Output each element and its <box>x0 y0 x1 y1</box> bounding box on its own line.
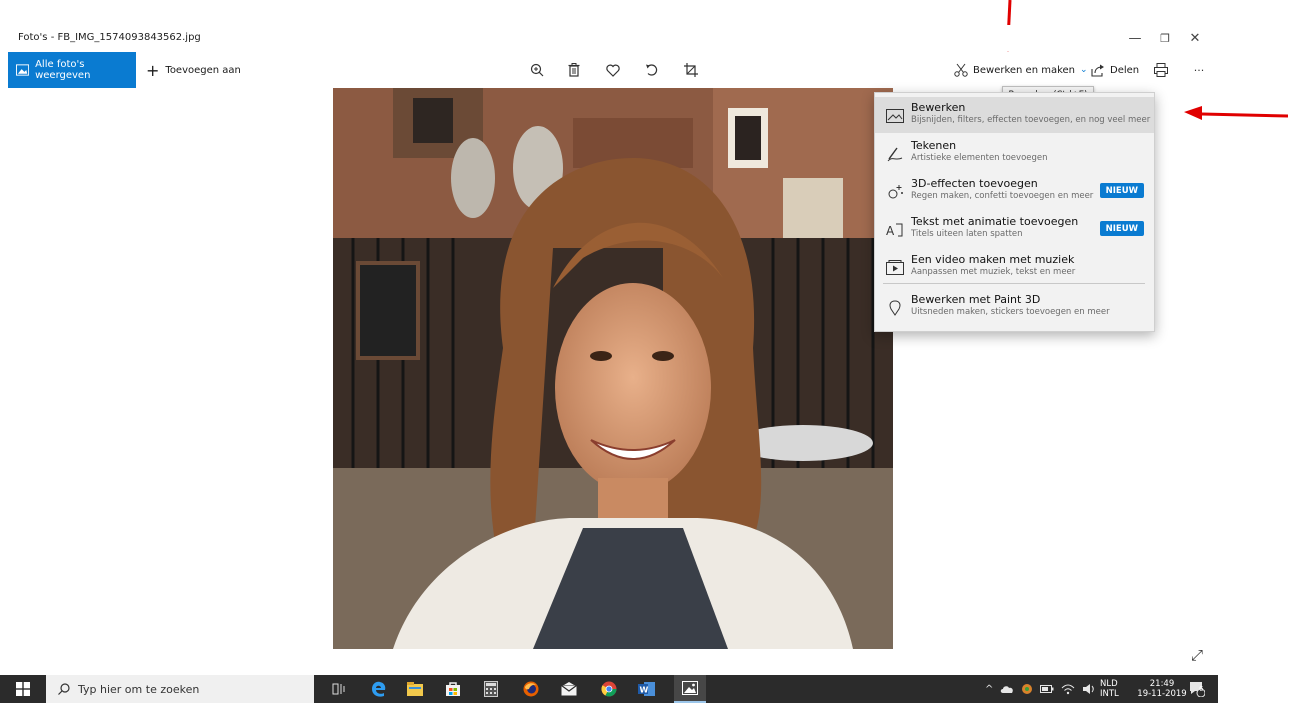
photo-viewer-image[interactable] <box>333 88 893 649</box>
rotate-icon[interactable] <box>641 60 663 80</box>
sparkle-icon <box>885 182 905 202</box>
start-button[interactable] <box>8 679 38 699</box>
add-to-button[interactable]: + Toevoegen aan <box>146 52 241 88</box>
svg-text:A: A <box>886 224 895 238</box>
crop-icon[interactable] <box>680 60 702 80</box>
menu-item-title: Tekenen <box>911 139 957 152</box>
windows-logo-icon <box>16 682 30 696</box>
menu-item-draw[interactable]: Tekenen Artistieke elementen toevoegen <box>875 135 1154 171</box>
animated-text-icon: A <box>885 220 905 240</box>
action-center-button[interactable]: 6 <box>1186 679 1208 699</box>
menu-separator <box>883 283 1145 284</box>
red-arrow-left-annotation <box>1184 106 1288 120</box>
menu-item-title: Tekst met animatie toevoegen <box>911 215 1079 228</box>
menu-item-subtitle: Bijsnijden, filters, effecten toevoegen,… <box>911 115 1151 125</box>
paint3d-icon <box>885 298 905 318</box>
edit-create-menu: Bewerken Bijsnijden, filters, effecten t… <box>874 92 1155 332</box>
menu-item-3d-effects[interactable]: 3D-effecten toevoegen Regen maken, confe… <box>875 173 1154 209</box>
menu-item-subtitle: Uitsneden maken, stickers toevoegen en m… <box>911 307 1110 317</box>
wifi-icon[interactable] <box>1061 683 1075 695</box>
scissors-icon <box>954 63 968 77</box>
menu-item-subtitle: Artistieke elementen toevoegen <box>911 153 1048 163</box>
mail-icon[interactable] <box>556 679 582 699</box>
edge-browser-icon[interactable] <box>366 679 392 699</box>
window-title: Foto's - FB_IMG_1574093843562.jpg <box>18 32 201 43</box>
chrome-icon[interactable] <box>596 679 622 699</box>
search-icon <box>58 683 70 695</box>
menu-item-title: 3D-effecten toevoegen <box>911 177 1038 190</box>
clock-time: 21:49 <box>1149 679 1175 689</box>
chevron-up-icon[interactable]: ^ <box>985 684 993 695</box>
close-button[interactable]: ✕ <box>1180 27 1210 49</box>
portrait-photo <box>333 88 893 649</box>
search-placeholder: Typ hier om te zoeken <box>78 682 200 696</box>
svg-text:W: W <box>640 686 649 695</box>
pen-icon <box>885 144 905 164</box>
onedrive-icon[interactable] <box>1000 684 1014 694</box>
menu-item-title: Bewerken <box>911 101 966 114</box>
notification-count: 6 <box>1199 685 1204 693</box>
word-icon[interactable]: W <box>634 679 660 699</box>
more-options-button[interactable]: ··· <box>1188 60 1210 80</box>
share-icon <box>1091 64 1104 77</box>
task-view-icon[interactable] <box>326 679 352 699</box>
keyboard-layout: INTL <box>1100 689 1119 699</box>
input-language[interactable]: NLD INTL <box>1100 679 1119 699</box>
firefox-icon[interactable] <box>518 679 544 699</box>
edit-create-label: Bewerken en maken <box>973 64 1076 76</box>
calculator-icon[interactable] <box>478 679 504 699</box>
file-explorer-icon[interactable] <box>402 679 428 699</box>
taskbar-search[interactable]: Typ hier om te zoeken <box>46 675 314 703</box>
menu-item-paint3d[interactable]: Bewerken met Paint 3D Uitsneden maken, s… <box>875 289 1154 325</box>
clock[interactable]: 21:49 19-11-2019 <box>1137 679 1187 699</box>
heart-icon[interactable] <box>602 60 624 80</box>
edit-create-button[interactable]: Bewerken en maken ⌄ <box>954 52 1088 88</box>
print-icon[interactable] <box>1150 60 1172 80</box>
app-toolbar: Alle foto's weergeven + Toevoegen aan Be… <box>8 52 1218 88</box>
system-tray: ^ <box>985 675 1096 703</box>
menu-item-video-music[interactable]: Een video maken met muziek Aanpassen met… <box>875 249 1154 285</box>
plus-icon: + <box>146 60 160 80</box>
add-to-label: Toevoegen aan <box>165 64 241 76</box>
battery-icon[interactable] <box>1040 684 1054 694</box>
volume-icon[interactable] <box>1082 683 1096 695</box>
chevron-down-icon: ⌄ <box>1080 65 1088 75</box>
all-photos-label: Alle foto's weergeven <box>35 59 91 81</box>
menu-item-title: Een video maken met muziek <box>911 253 1075 266</box>
share-label: Delen <box>1110 64 1140 76</box>
title-bar: Foto's - FB_IMG_1574093843562.jpg — ❐ ✕ <box>8 25 1218 51</box>
menu-item-subtitle: Regen maken, confetti toevoegen en meer <box>911 191 1094 201</box>
zoom-in-icon[interactable] <box>526 60 548 80</box>
all-photos-button[interactable]: Alle foto's weergeven <box>8 52 136 88</box>
restore-button[interactable]: ❐ <box>1150 27 1180 49</box>
video-icon <box>885 258 905 278</box>
store-icon[interactable] <box>440 679 466 699</box>
edit-photo-icon <box>885 106 905 126</box>
minimize-button[interactable]: — <box>1120 27 1150 49</box>
delete-icon[interactable] <box>563 60 585 80</box>
windows-taskbar: Typ hier om te zoeken W ^ NLD INTL 21:49… <box>0 675 1218 703</box>
language-code: NLD <box>1100 679 1118 689</box>
gallery-icon <box>16 64 30 76</box>
expand-icon[interactable]: ⤢ <box>1191 646 1203 664</box>
menu-item-title: Bewerken met Paint 3D <box>911 293 1041 306</box>
menu-item-subtitle: Aanpassen met muziek, tekst en meer <box>911 267 1076 277</box>
new-badge: NIEUW <box>1099 221 1144 236</box>
new-badge: NIEUW <box>1099 183 1144 198</box>
menu-item-animated-text[interactable]: A Tekst met animatie toevoegen Titels ui… <box>875 211 1154 247</box>
photos-app-icon[interactable] <box>674 675 706 703</box>
app-tray-icon[interactable] <box>1021 683 1033 695</box>
clock-date: 19-11-2019 <box>1137 689 1187 699</box>
share-button[interactable]: Delen <box>1091 52 1139 88</box>
menu-item-edit[interactable]: Bewerken Bijsnijden, filters, effecten t… <box>875 97 1154 133</box>
menu-item-subtitle: Titels uiteen laten spatten <box>911 229 1023 239</box>
